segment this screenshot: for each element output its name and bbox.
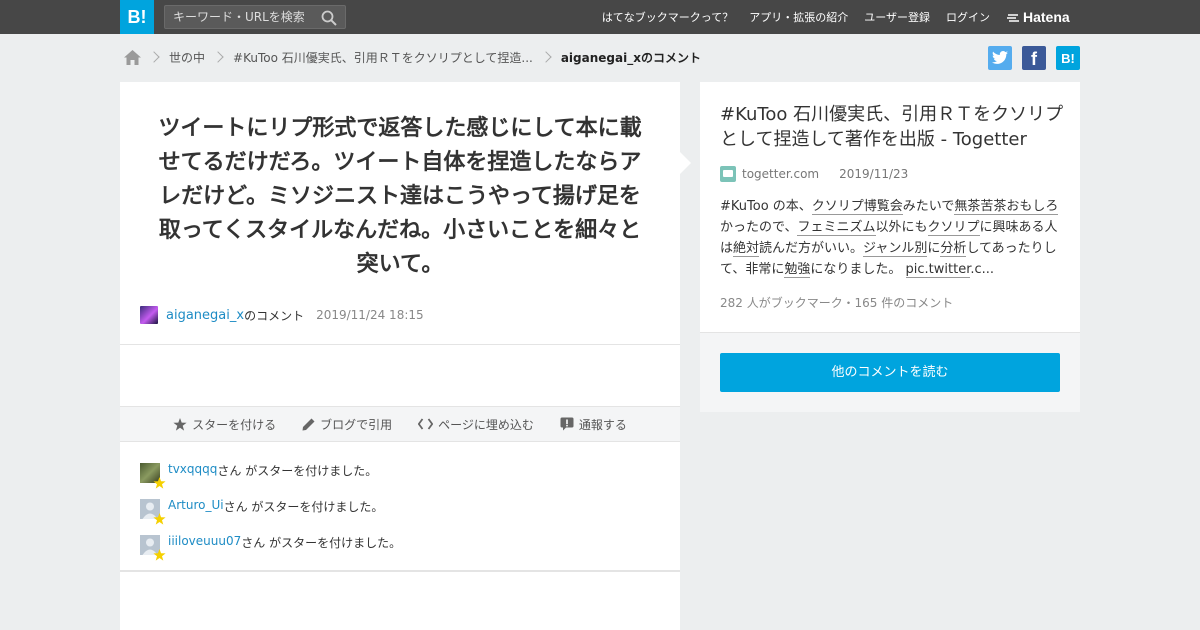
keyword-link[interactable]: pic.twitter (905, 262, 971, 278)
blog-quote-button[interactable]: ブログで引用 (302, 416, 392, 433)
summary-text: みたいで (902, 199, 955, 214)
entry-counts[interactable]: 282 人がブックマーク・165 件のコメント (720, 294, 953, 311)
home-icon[interactable] (124, 49, 141, 65)
site-favicon-icon (720, 166, 736, 182)
facebook-share-button[interactable]: f (1022, 46, 1046, 70)
avatar[interactable] (140, 306, 158, 324)
pencil-icon (302, 418, 315, 430)
star-list: tvxqqqq さん がスターを付けました。 Arturo_Ui さん がスター… (140, 462, 660, 570)
list-item: tvxqqqq さん がスターを付けました。 (140, 462, 660, 498)
comment-author: aiganegai_x のコメント 2019/11/24 18:15 (140, 306, 424, 324)
hatena-logo[interactable]: Hatena (1006, 8, 1070, 26)
chevron-right-icon (540, 51, 552, 63)
entry-site[interactable]: togetter.com (742, 167, 819, 181)
avatar[interactable] (140, 535, 166, 561)
breadcrumb-entry[interactable]: #KuToo 石川優実氏、引用ＲＴをクソリプとして捏造... (233, 49, 533, 66)
comment-username[interactable]: aiganegai_x (166, 308, 244, 323)
entry-date: 2019/11/23 (839, 167, 909, 181)
star-username[interactable]: tvxqqqq (168, 462, 217, 476)
report-label: 通報する (578, 417, 627, 432)
comment-card: ツイートにリプ形式で返答した感じにして本に載せてるだけだろ。ツイート自体を捏造し… (120, 82, 680, 630)
breadcrumb-category[interactable]: 世の中 (169, 49, 205, 66)
twitter-icon (992, 51, 1008, 64)
star-username[interactable]: iiiloveuuu07 (168, 534, 241, 548)
nav-signup[interactable]: ユーザー登録 (864, 9, 930, 25)
keyword-link[interactable]: ジャンル別 (863, 241, 928, 257)
summary-text: に (927, 241, 941, 256)
breadcrumb-current: aiganegai_xのコメント (560, 50, 701, 65)
search-icon[interactable] (321, 10, 337, 26)
star-icon (173, 417, 187, 431)
comment-date[interactable]: 2019/11/24 18:15 (316, 308, 424, 322)
alert-icon (560, 417, 574, 431)
summary-text: 読んだ方がいい。 (759, 241, 864, 256)
comment-actions: スターを付ける ブログで引用 ページに埋め込む 通報する (120, 406, 680, 442)
summary-text: 以外にも (875, 220, 928, 235)
search-box (164, 5, 346, 29)
blog-quote-label: ブログで引用 (320, 417, 393, 432)
add-star-button[interactable]: スターを付ける (173, 416, 276, 433)
entry-summary: #KuToo の本、クソリプ博覧会みたいで無茶苦茶おもしろかったので、フェミニズ… (720, 196, 1062, 280)
embed-label: ページに埋め込む (438, 417, 534, 432)
avatar[interactable] (140, 499, 166, 525)
read-comments-button[interactable]: 他のコメントを読む (720, 353, 1060, 392)
nav-login[interactable]: ログイン (946, 9, 990, 25)
chevron-right-icon (148, 51, 160, 63)
star-badge-icon (153, 513, 166, 525)
star-text: さん がスターを付けました。 (241, 536, 402, 550)
top-nav: はてなブックマークって？ アプリ・拡張の紹介 ユーザー登録 ログイン (586, 0, 990, 34)
comment-text: ツイートにリプ形式で返答した感じにして本に載せてるだけだろ。ツイート自体を捏造し… (158, 116, 642, 277)
summary-text: #KuToo の本、 (720, 199, 812, 214)
comment-suffix: のコメント (244, 308, 305, 323)
search-input[interactable] (165, 6, 315, 28)
entry-title[interactable]: #KuToo 石川優実氏、引用ＲＴをクソリプとして捏造して著作を出版 - Tog… (720, 102, 1065, 152)
star-badge-icon (153, 477, 166, 489)
summary-text: .c... (970, 262, 995, 277)
summary-text: になりました。 (810, 262, 906, 277)
hatena-share-button[interactable]: B! (1056, 46, 1080, 70)
twitter-share-button[interactable] (988, 46, 1012, 70)
keyword-link[interactable]: フェミニズム (797, 220, 876, 236)
avatar[interactable] (140, 463, 166, 489)
top-bar: B! はてなブックマークって？ アプリ・拡張の紹介 ユーザー登録 ログイン Ha… (0, 0, 1200, 34)
breadcrumb: 世の中 #KuToo 石川優実氏、引用ＲＴをクソリプとして捏造... aigan… (124, 46, 701, 68)
star-badge-icon (153, 549, 166, 561)
keyword-link[interactable]: 勉強 (784, 262, 811, 278)
hatena-cloud-icon (1007, 14, 1019, 22)
code-icon (418, 418, 434, 430)
list-item: Arturo_Ui さん がスターを付けました。 (140, 498, 660, 534)
keyword-link[interactable]: 分析 (940, 241, 967, 257)
entry-meta: togetter.com 2019/11/23 (720, 166, 908, 182)
star-text: さん がスターを付けました。 (223, 500, 384, 514)
keyword-link[interactable]: クソリプ博覧会 (811, 199, 903, 215)
hatena-logo-text: Hatena (1023, 9, 1070, 25)
nav-apps[interactable]: アプリ・拡張の紹介 (749, 9, 848, 25)
divider (120, 344, 680, 345)
hatena-b-icon: B! (1061, 51, 1075, 66)
entry-card-footer: 他のコメントを読む (700, 332, 1080, 412)
entry-card: #KuToo 石川優実氏、引用ＲＴをクソリプとして捏造して著作を出版 - Tog… (700, 82, 1080, 332)
summary-text: かったので、 (720, 220, 798, 235)
star-username[interactable]: Arturo_Ui (168, 498, 224, 512)
card-pointer (680, 152, 691, 174)
keyword-link[interactable]: 絶対 (733, 241, 760, 257)
facebook-icon: f (1031, 49, 1037, 69)
embed-button[interactable]: ページに埋め込む (418, 416, 534, 433)
report-button[interactable]: 通報する (560, 416, 627, 433)
nav-about[interactable]: はてなブックマークって？ (602, 9, 733, 25)
star-text: さん がスターを付けました。 (217, 464, 378, 478)
add-star-label: スターを付ける (192, 417, 277, 432)
chevron-right-icon (212, 51, 224, 63)
keyword-link[interactable]: クソリプ (927, 220, 980, 236)
list-item: iiiloveuuu07 さん がスターを付けました。 (140, 534, 660, 570)
hatena-bookmark-logo[interactable]: B! (120, 0, 154, 34)
keyword-link[interactable]: 無茶苦茶おもしろ (954, 199, 1059, 215)
divider (120, 570, 680, 572)
